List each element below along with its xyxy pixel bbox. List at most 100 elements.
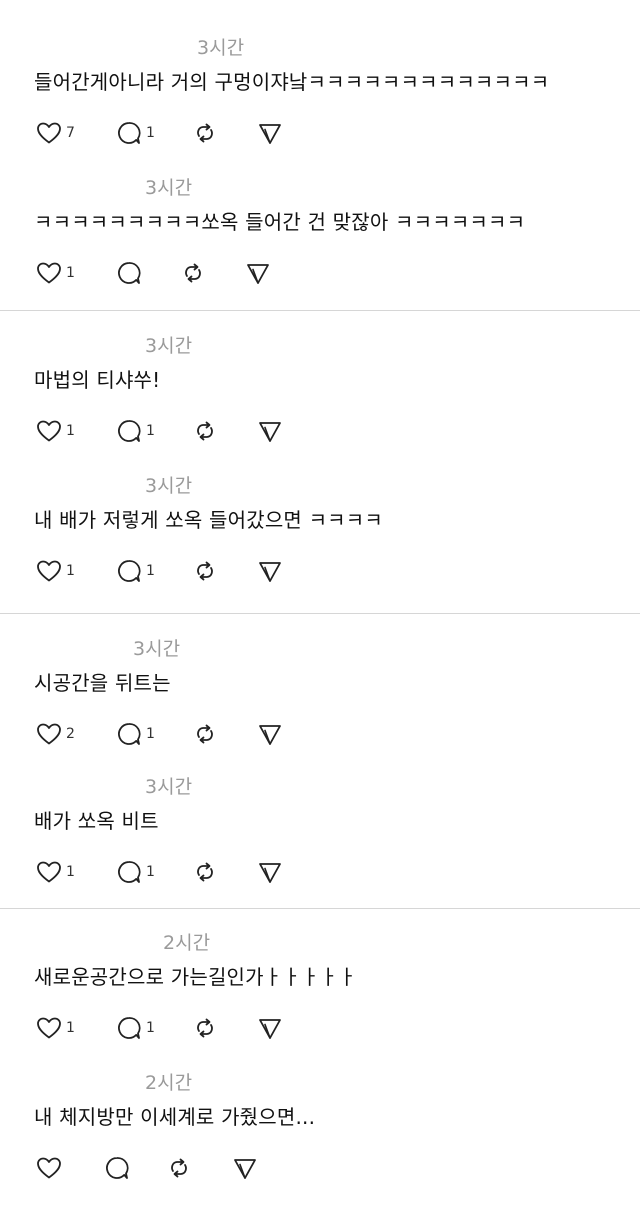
reply-count: 1	[146, 726, 155, 742]
comment-bubble-icon	[106, 1157, 129, 1179]
repost-button[interactable]	[180, 258, 206, 288]
reply-button[interactable]: 1	[116, 719, 155, 749]
reply-count: 1	[146, 864, 155, 880]
like-button[interactable]: 7	[36, 118, 75, 148]
send-paper-plane-icon	[247, 264, 269, 284]
reply-button[interactable]: 1	[116, 556, 155, 586]
reply-button[interactable]: 1	[116, 857, 155, 887]
like-button[interactable]: 1	[36, 258, 75, 288]
comment-text: 새로운공간으로 가는길인가ㅏㅏㅏㅏㅏ	[34, 965, 357, 989]
share-button[interactable]	[257, 857, 283, 887]
comment-actions: 2 1	[0, 719, 640, 749]
like-button[interactable]	[36, 1153, 66, 1183]
repost-arrows-icon	[197, 1018, 213, 1038]
like-button[interactable]: 2	[36, 719, 75, 749]
heart-icon	[37, 1157, 61, 1179]
heart-icon	[37, 420, 61, 442]
reply-button[interactable]: 1	[116, 118, 155, 148]
comment-time: 3시간	[145, 335, 193, 357]
send-paper-plane-icon	[259, 422, 281, 442]
reply-count: 1	[146, 423, 155, 439]
comment-text: 내 체지방만 이세계로 가줬으면...	[34, 1105, 316, 1129]
repost-button[interactable]	[192, 556, 218, 586]
section-divider	[0, 908, 640, 909]
comment-actions: 7 1	[0, 118, 640, 148]
like-button[interactable]: 1	[36, 1013, 75, 1043]
repost-button[interactable]	[192, 1013, 218, 1043]
like-count: 1	[66, 1020, 75, 1036]
reply-count: 1	[146, 125, 155, 141]
like-button[interactable]: 1	[36, 556, 75, 586]
share-button[interactable]	[257, 556, 283, 586]
share-button[interactable]	[257, 719, 283, 749]
reply-button[interactable]	[104, 1153, 134, 1183]
reply-button[interactable]: 1	[116, 416, 155, 446]
send-paper-plane-icon	[259, 562, 281, 582]
repost-arrows-icon	[171, 1158, 187, 1178]
share-button[interactable]	[245, 258, 271, 288]
heart-icon	[37, 861, 61, 883]
heart-icon	[37, 122, 61, 144]
reply-button[interactable]	[116, 258, 146, 288]
comment-bubble-icon	[118, 420, 141, 442]
comment-text: ㅋㅋㅋㅋㅋㅋㅋㅋㅋ쏘옥 들어간 건 맞잖아 ㅋㅋㅋㅋㅋㅋㅋ	[34, 210, 526, 234]
section-divider	[0, 310, 640, 311]
comment-time: 2시간	[145, 1072, 193, 1094]
heart-icon	[37, 560, 61, 582]
like-count: 1	[66, 864, 75, 880]
comment-bubble-icon	[118, 262, 141, 284]
comment-bubble-icon	[118, 1017, 141, 1039]
comment-bubble-icon	[118, 560, 141, 582]
like-button[interactable]: 1	[36, 416, 75, 446]
repost-button[interactable]	[192, 118, 218, 148]
comment-time: 3시간	[145, 177, 193, 199]
reply-button[interactable]: 1	[116, 1013, 155, 1043]
heart-icon	[37, 1017, 61, 1039]
repost-button[interactable]	[192, 857, 218, 887]
send-paper-plane-icon	[259, 1019, 281, 1039]
comment-text: 내 배가 저렇게 쏘옥 들어갔으면 ㅋㅋㅋㅋ	[34, 508, 383, 532]
repost-arrows-icon	[197, 862, 213, 882]
like-count: 1	[66, 423, 75, 439]
comment-bubble-icon	[118, 861, 141, 883]
comment-time: 3시간	[145, 475, 193, 497]
repost-button[interactable]	[192, 416, 218, 446]
share-button[interactable]	[257, 1013, 283, 1043]
comment-actions: 1 1	[0, 1013, 640, 1043]
send-paper-plane-icon	[259, 124, 281, 144]
share-button[interactable]	[257, 416, 283, 446]
repost-button[interactable]	[166, 1153, 192, 1183]
comment-text: 배가 쏘옥 비트	[34, 809, 159, 833]
comment-actions: 1 1	[0, 857, 640, 887]
repost-button[interactable]	[192, 719, 218, 749]
repost-arrows-icon	[197, 123, 213, 143]
like-count: 1	[66, 265, 75, 281]
like-button[interactable]: 1	[36, 857, 75, 887]
repost-arrows-icon	[197, 421, 213, 441]
comment-time: 3시간	[197, 37, 245, 59]
repost-arrows-icon	[197, 561, 213, 581]
comment-text: 시공간을 뒤트는	[34, 671, 171, 695]
comment-bubble-icon	[118, 122, 141, 144]
comment-text: 들어간게아니라 거의 구멍이쟈낰ㅋㅋㅋㅋㅋㅋㅋㅋㅋㅋㅋㅋㅋ	[34, 70, 550, 94]
comment-actions: 1	[0, 258, 640, 288]
send-paper-plane-icon	[259, 725, 281, 745]
send-paper-plane-icon	[259, 863, 281, 883]
like-count: 2	[66, 726, 75, 742]
comment-actions: 1 1	[0, 556, 640, 586]
comment-actions	[0, 1153, 640, 1183]
heart-icon	[37, 262, 61, 284]
comment-text: 마법의 티샤쑤!	[34, 368, 161, 392]
reply-count: 1	[146, 563, 155, 579]
comment-bubble-icon	[118, 723, 141, 745]
section-divider	[0, 613, 640, 614]
repost-arrows-icon	[197, 724, 213, 744]
repost-arrows-icon	[185, 263, 201, 283]
share-button[interactable]	[232, 1153, 258, 1183]
reply-count: 1	[146, 1020, 155, 1036]
comment-time: 3시간	[133, 638, 181, 660]
share-button[interactable]	[257, 118, 283, 148]
heart-icon	[37, 723, 61, 745]
like-count: 1	[66, 563, 75, 579]
comment-time: 2시간	[163, 932, 211, 954]
